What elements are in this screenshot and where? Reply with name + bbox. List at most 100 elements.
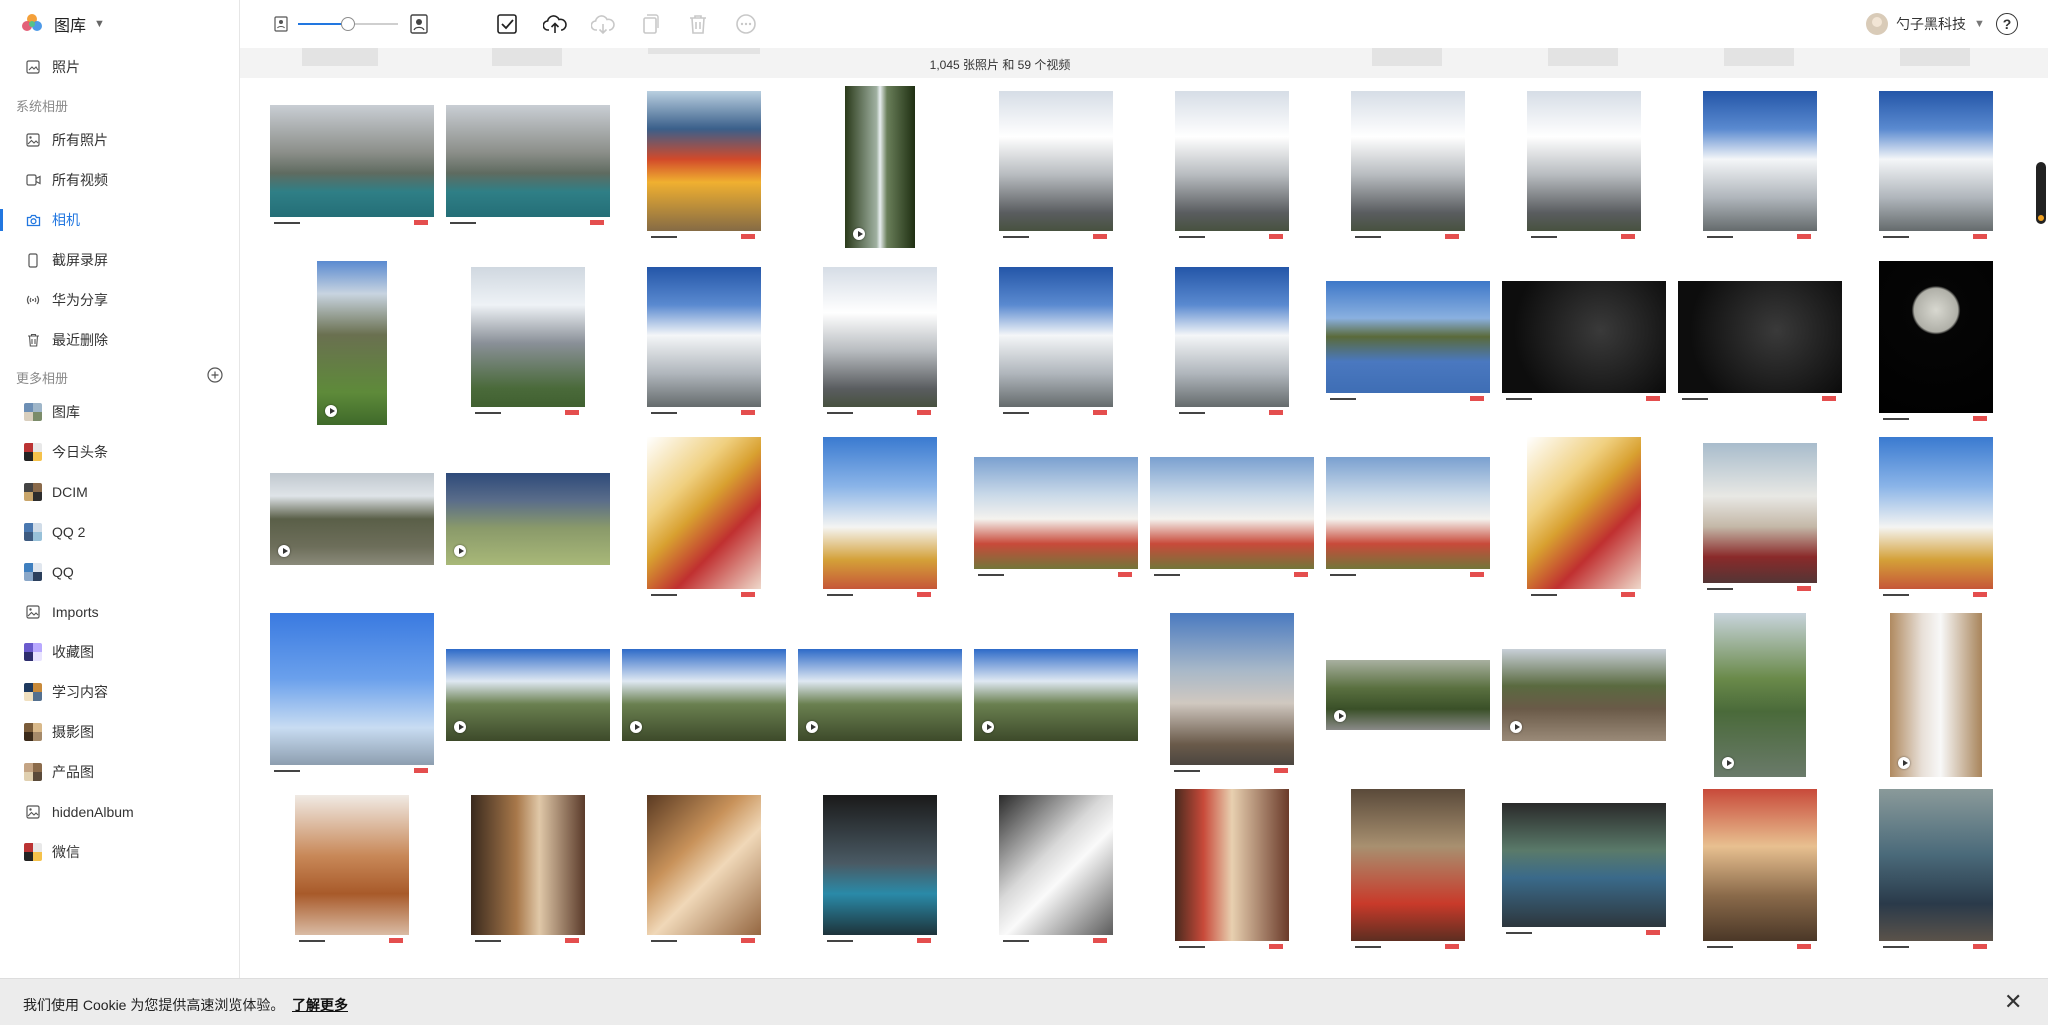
watermark-strip (647, 407, 761, 419)
photo-count-text: 1,045 张照片 和 59 个视频 (929, 58, 1071, 72)
photo-thumbnail[interactable] (647, 437, 761, 601)
copy-icon (643, 14, 659, 34)
help-icon[interactable]: ? (1996, 13, 2018, 35)
photo-thumbnail[interactable] (647, 91, 761, 243)
learn-more-link[interactable]: 了解更多 (292, 995, 348, 1015)
download-button[interactable] (590, 11, 616, 37)
sidebar-system-item-0[interactable]: 所有照片 (0, 123, 239, 157)
sidebar-album-item-6[interactable]: 收藏图 (0, 635, 239, 669)
photo-thumbnail[interactable] (1351, 91, 1465, 243)
scroll-handle[interactable] (2036, 162, 2046, 224)
photo-thumbnail[interactable] (1703, 91, 1817, 243)
sidebar-system-item-3[interactable]: 截屏录屏 (0, 243, 239, 277)
watermark-strip (1879, 589, 1993, 601)
copy-button[interactable] (637, 11, 663, 37)
zoom-slider-handle[interactable] (341, 17, 355, 31)
close-icon[interactable]: ✕ (2004, 991, 2022, 1013)
sidebar-album-item-1[interactable]: 今日头条 (0, 435, 239, 469)
sidebar-album-item-8[interactable]: 摄影图 (0, 715, 239, 749)
delete-icon (690, 15, 706, 34)
photo-thumbnail[interactable] (1326, 457, 1490, 581)
sidebar-item-label: 产品图 (52, 764, 94, 780)
sidebar-album-item-7[interactable]: 学习内容 (0, 675, 239, 709)
zoom-slider[interactable] (298, 17, 398, 31)
sidebar-album-item-10[interactable]: hiddenAlbum (0, 795, 239, 829)
sidebar-album-item-11[interactable]: 微信 (0, 835, 239, 869)
photo-thumbnail[interactable] (295, 795, 409, 947)
photo-thumbnail[interactable] (1175, 91, 1289, 243)
sidebar-system-item-1[interactable]: 所有视频 (0, 163, 239, 197)
photo-thumbnail[interactable] (1502, 649, 1666, 741)
sidebar-item-photos[interactable]: 照片 (0, 50, 239, 84)
sidebar-album-item-4[interactable]: QQ (0, 555, 239, 589)
photo-thumbnail[interactable] (1714, 613, 1806, 777)
photo-thumbnail[interactable] (270, 473, 434, 565)
more-button[interactable] (733, 11, 759, 37)
photo-thumbnail[interactable] (1703, 789, 1817, 953)
photo-thumbnail[interactable] (1175, 267, 1289, 419)
app-brand[interactable]: 图库 ▼ (20, 13, 105, 35)
upload-button[interactable] (542, 11, 568, 37)
photo-thumbnail[interactable] (798, 649, 962, 741)
sidebar-album-item-2[interactable]: DCIM (0, 475, 239, 509)
watermark-strip (1703, 583, 1817, 595)
photo-thumbnail[interactable] (823, 437, 937, 601)
sidebar-system-item-2[interactable]: 相机 (0, 203, 239, 237)
photo-thumbnail[interactable] (1150, 457, 1314, 581)
album-thumb (24, 683, 42, 701)
photo-thumbnail[interactable] (1879, 437, 1993, 601)
photo-thumbnail[interactable] (317, 261, 387, 425)
photo-thumbnail[interactable] (1527, 437, 1641, 601)
photo-thumbnail[interactable] (1703, 443, 1817, 595)
zoom-in-icon[interactable] (410, 14, 428, 34)
photo-thumbnail[interactable] (1351, 789, 1465, 953)
delete-button[interactable] (685, 11, 711, 37)
photo-thumbnail[interactable] (1170, 613, 1294, 777)
select-icon (497, 14, 517, 34)
photo-thumbnail[interactable] (974, 457, 1138, 581)
add-album-icon[interactable] (206, 366, 224, 384)
play-icon (1722, 757, 1734, 769)
photo-thumbnail[interactable] (647, 795, 761, 947)
sidebar-album-item-9[interactable]: 产品图 (0, 755, 239, 789)
photo-thumbnail[interactable] (446, 649, 610, 741)
photo-thumbnail[interactable] (823, 795, 937, 947)
photo-thumbnail[interactable] (1502, 281, 1666, 405)
photo-thumbnail[interactable] (974, 649, 1138, 741)
photo-thumbnail[interactable] (471, 267, 585, 419)
zoom-out-icon[interactable] (274, 16, 288, 32)
sidebar-album-item-5[interactable]: Imports (0, 595, 239, 629)
select-button[interactable] (494, 11, 520, 37)
photo-thumbnail[interactable] (1502, 803, 1666, 939)
photo-thumbnail[interactable] (1890, 613, 1982, 777)
photo-thumbnail[interactable] (1175, 789, 1289, 953)
sidebar-system-item-4[interactable]: 华为分享 (0, 283, 239, 317)
watermark-strip (471, 407, 585, 419)
photo-thumbnail[interactable] (446, 105, 610, 229)
photo-thumbnail[interactable] (1678, 281, 1842, 405)
user-menu[interactable]: 勺子黑科技 ▼ (1866, 12, 1985, 36)
photo-thumbnail[interactable] (999, 267, 1113, 419)
photo-thumbnail[interactable] (1527, 91, 1641, 243)
sidebar-system-item-5[interactable]: 最近删除 (0, 323, 239, 357)
photo-thumbnail[interactable] (622, 649, 786, 741)
photo-thumbnail[interactable] (270, 105, 434, 229)
photo-thumbnail[interactable] (270, 613, 434, 777)
sidebar-album-item-3[interactable]: QQ 2 (0, 515, 239, 549)
watermark-strip (1175, 407, 1289, 419)
video-icon (24, 171, 42, 189)
photo-thumbnail[interactable] (471, 795, 585, 947)
photo-thumbnail[interactable] (1879, 261, 1993, 425)
photo-thumbnail[interactable] (1326, 660, 1490, 730)
photo-thumbnail[interactable] (999, 795, 1113, 947)
sidebar-item-label: 相机 (52, 212, 80, 228)
photo-thumbnail[interactable] (1879, 91, 1993, 243)
photo-thumbnail[interactable] (999, 91, 1113, 243)
photo-thumbnail[interactable] (823, 267, 937, 419)
photo-thumbnail[interactable] (446, 473, 610, 565)
sidebar-album-item-0[interactable]: 图库 (0, 395, 239, 429)
photo-thumbnail[interactable] (647, 267, 761, 419)
photo-thumbnail[interactable] (845, 86, 915, 248)
photo-thumbnail[interactable] (1326, 281, 1490, 405)
photo-thumbnail[interactable] (1879, 789, 1993, 953)
